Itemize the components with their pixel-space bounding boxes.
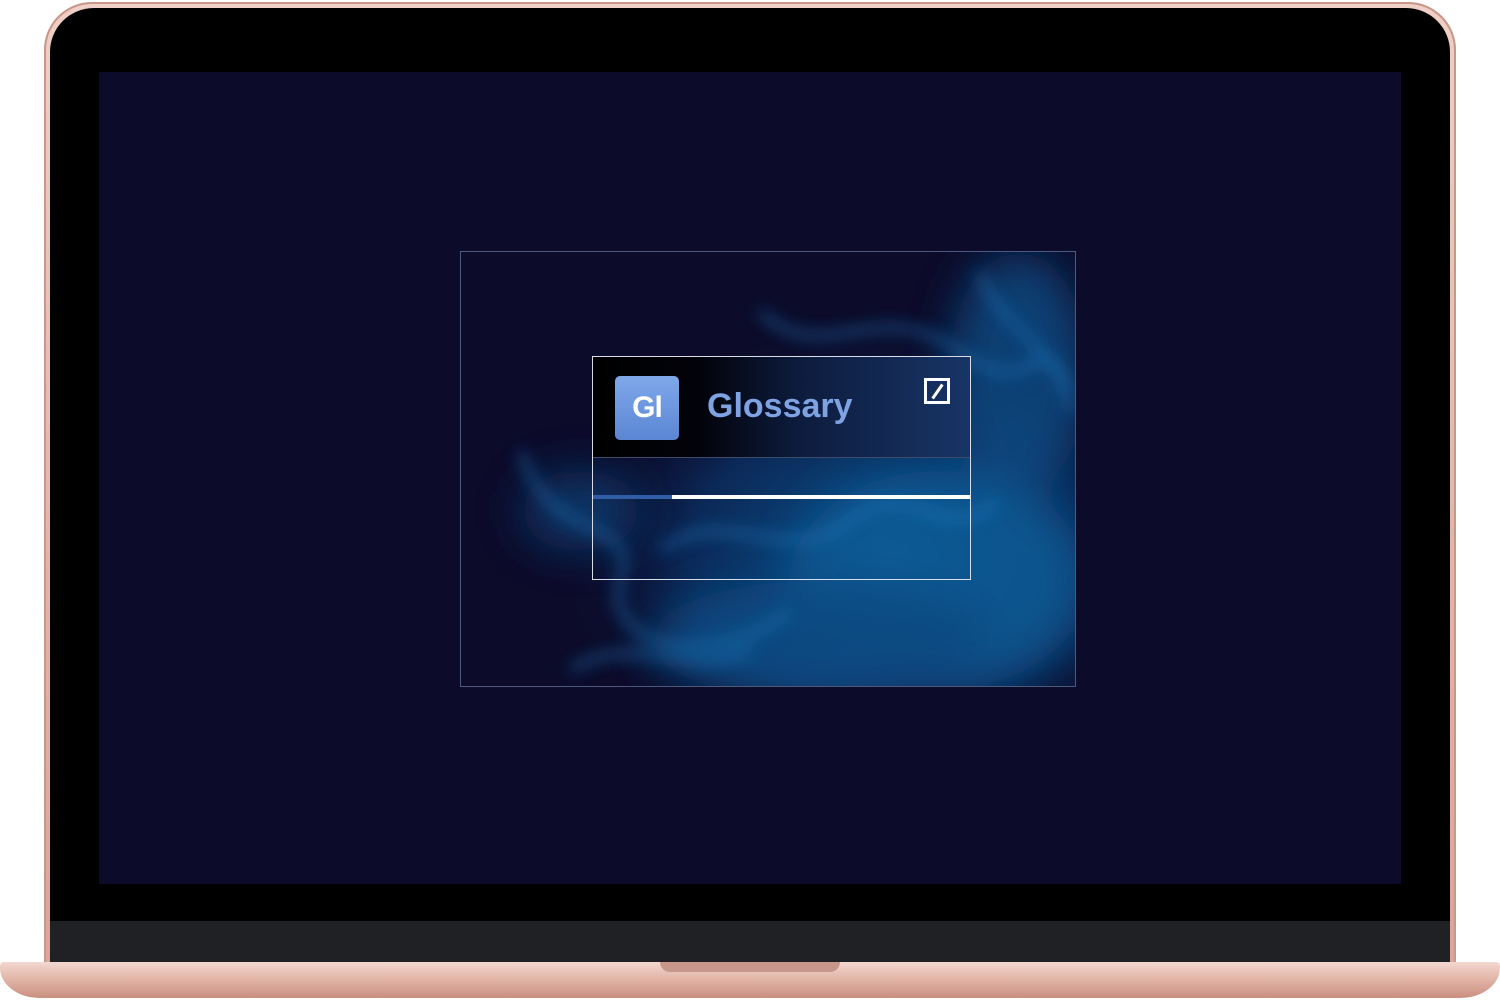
splash-card: Gl Glossary — [592, 356, 971, 580]
laptop-notch — [660, 962, 840, 972]
splash-screen: Gl Glossary — [460, 251, 1076, 687]
laptop-screen: Gl Glossary — [99, 72, 1401, 884]
app-icon: Gl — [615, 376, 679, 440]
splash-header: Gl Glossary — [593, 357, 970, 458]
splash-body — [593, 499, 970, 579]
app-title: Glossary — [707, 387, 853, 425]
laptop-chin — [50, 921, 1450, 964]
slash-square-logo-icon — [924, 378, 950, 404]
